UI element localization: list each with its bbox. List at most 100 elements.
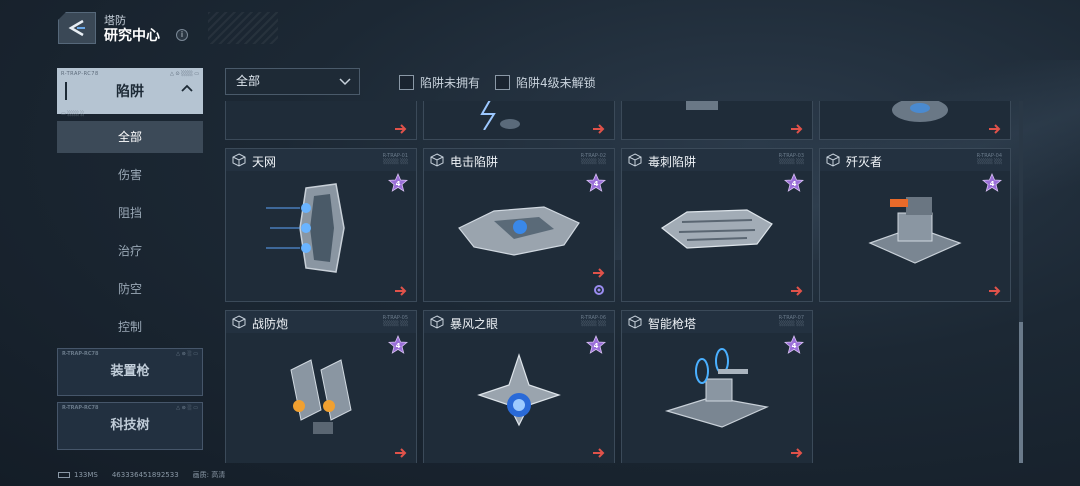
turret-art-icon	[686, 101, 718, 110]
category-serial-right: △ ⊙ ░░░ ▭	[169, 71, 199, 77]
scrollbar-thumb[interactable]	[1019, 322, 1023, 463]
card-name: 智能枪塔	[648, 317, 697, 331]
sidebar-item-all[interactable]: ▭ ░░░ ░ 全部	[57, 111, 203, 153]
arrow-right-icon	[989, 124, 1001, 134]
checkbox-label: 陷阱4级未解锁	[516, 76, 596, 90]
checkbox-box[interactable]	[495, 75, 510, 90]
category-serial: R-TRAP-RC78	[62, 405, 99, 411]
lightning-art-icon	[480, 101, 520, 130]
dropdown-value: 全部	[236, 74, 261, 88]
trap-card[interactable]: 电击陷阱 R-TRAP-02 ░░░░ ░░ 4	[423, 148, 615, 302]
card-name: 战防炮	[252, 317, 289, 331]
filter-not-owned-checkbox[interactable]: 陷阱未拥有	[399, 74, 480, 91]
category-label: 装置枪	[110, 364, 150, 379]
page-title: 研究中心	[104, 28, 160, 44]
sidebar: R-TRAP-RC78 △ ⊙ ░░░ ▭ 陷阱 ▭ ░░░ ░ 全部 伤害 阻…	[57, 68, 203, 346]
cube-icon	[430, 315, 444, 329]
card-serial: R-TRAP-06 ░░░░ ░░	[580, 315, 606, 327]
trap-card-partial[interactable]	[621, 101, 813, 140]
annihilator-art-icon	[868, 197, 962, 264]
item-serial: ▭ ░░░ ░	[61, 111, 85, 117]
card-name: 毒刺陷阱	[648, 155, 697, 169]
arrow-right-icon	[593, 268, 605, 278]
trap-card[interactable]: 天网 R-TRAP-01 ░░░░ ░░ 4	[225, 148, 417, 302]
category-tech-tree[interactable]: R-TRAP-RC78 △ ⊙ ░ ▭ 科技树	[57, 402, 203, 450]
trap-card-partial[interactable]	[423, 101, 615, 140]
storm-eye-art-icon	[477, 353, 561, 427]
card-name: 歼灭者	[846, 155, 883, 169]
trap-art	[424, 173, 614, 283]
card-serial: R-TRAP-05 ░░░░ ░░	[382, 315, 408, 327]
cube-icon	[232, 315, 246, 329]
sidebar-item-damage[interactable]: 伤害	[57, 156, 203, 194]
card-name: 电击陷阱	[450, 155, 499, 169]
arrow-right-icon	[791, 124, 803, 134]
category-label: 科技树	[110, 418, 150, 433]
category-device-gun[interactable]: R-TRAP-RC78 △ ⊙ ░ ▭ 装置枪	[57, 348, 203, 396]
skynet-art-icon	[266, 183, 345, 273]
trap-card[interactable]: 暴风之眼 R-TRAP-06 ░░░░ ░░ 4	[423, 310, 615, 463]
arrow-right-icon	[593, 124, 605, 134]
trap-card-partial[interactable]	[819, 101, 1011, 140]
trap-card[interactable]: 毒刺陷阱 R-TRAP-03 ░░░░ ░░ 4	[621, 148, 813, 302]
trap-art	[226, 173, 416, 283]
checkbox-label: 陷阱未拥有	[420, 76, 481, 90]
trap-grid: 天网 R-TRAP-01 ░░░░ ░░ 4 电击陷阱 R-TRAP-02 ░░…	[224, 101, 1016, 463]
trap-card[interactable]: 智能枪塔 R-TRAP-07 ░░░░ ░░ 4	[621, 310, 813, 463]
category-serial: R-TRAP-RC78	[61, 71, 99, 77]
category-serial: R-TRAP-RC78	[62, 351, 99, 357]
sidebar-item-block[interactable]: 阻挡	[57, 194, 203, 232]
card-serial: R-TRAP-04 ░░░░ ░░	[976, 153, 1002, 165]
card-name: 暴风之眼	[450, 317, 499, 331]
ping-value: 133MS	[74, 471, 98, 479]
back-arrow-icon	[68, 19, 85, 37]
sidebar-item-label: 伤害	[117, 168, 142, 182]
card-serial: R-TRAP-07 ░░░░ ░░	[778, 315, 804, 327]
chevron-down-icon	[339, 78, 351, 86]
trap-art	[622, 335, 812, 445]
category-trap-header[interactable]: R-TRAP-RC78 △ ⊙ ░░░ ▭ 陷阱	[57, 68, 203, 114]
sidebar-item-label: 全部	[117, 130, 142, 144]
cube-icon	[232, 153, 246, 167]
card-serial: R-TRAP-03 ░░░░ ░░	[778, 153, 804, 165]
trap-card[interactable]: 歼灭者 R-TRAP-04 ░░░░ ░░ 4	[819, 148, 1011, 302]
anti-tank-gun-art-icon	[290, 359, 352, 434]
card-name: 天网	[252, 155, 277, 169]
chevron-up-icon	[181, 84, 193, 92]
arrow-right-icon	[791, 448, 803, 458]
ping-readout: 133MS	[58, 471, 98, 479]
sidebar-item-label: 防空	[117, 282, 142, 296]
quality-readout: 画质: 高清	[193, 470, 226, 480]
filter-lv4-locked-checkbox[interactable]: 陷阱4级未解锁	[495, 74, 596, 91]
status-footer: 133MS 463336451892533 画质: 高清	[58, 470, 225, 480]
card-serial: R-TRAP-02 ░░░░ ░░	[580, 153, 606, 165]
category-serial-right: △ ⊙ ░ ▭	[176, 351, 198, 357]
info-icon[interactable]: i	[176, 29, 188, 41]
arrow-right-icon	[593, 448, 605, 458]
sidebar-item-heal[interactable]: 治疗	[57, 232, 203, 270]
sidebar-item-label: 控制	[117, 320, 142, 334]
arrow-right-icon	[989, 286, 1001, 296]
sidebar-item-antiair[interactable]: 防空	[57, 270, 203, 308]
trap-art	[226, 335, 416, 445]
trap-art	[622, 173, 812, 283]
gear-icon	[594, 285, 604, 295]
arrow-right-icon	[395, 448, 407, 458]
disc-art-icon	[892, 101, 948, 122]
arrow-right-icon	[791, 286, 803, 296]
trap-card[interactable]: 战防炮 R-TRAP-05 ░░░░ ░░ 4	[225, 310, 417, 463]
card-serial: R-TRAP-01 ░░░░ ░░	[382, 153, 408, 165]
quality-label: 画质:	[192, 471, 210, 479]
trap-card-partial[interactable]	[225, 101, 417, 140]
header-decoration	[208, 12, 278, 44]
back-button[interactable]	[58, 12, 96, 44]
cube-icon	[628, 153, 642, 167]
sidebar-item-label: 治疗	[117, 244, 142, 258]
sidebar-item-label: 阻挡	[117, 206, 142, 220]
filter-dropdown[interactable]: 全部	[225, 68, 360, 95]
cube-icon	[826, 153, 840, 167]
checkbox-box[interactable]	[399, 75, 414, 90]
page-header: 塔防 研究中心 i	[58, 12, 278, 44]
arrow-right-icon	[395, 286, 407, 296]
sidebar-item-control[interactable]: 控制	[57, 308, 203, 346]
